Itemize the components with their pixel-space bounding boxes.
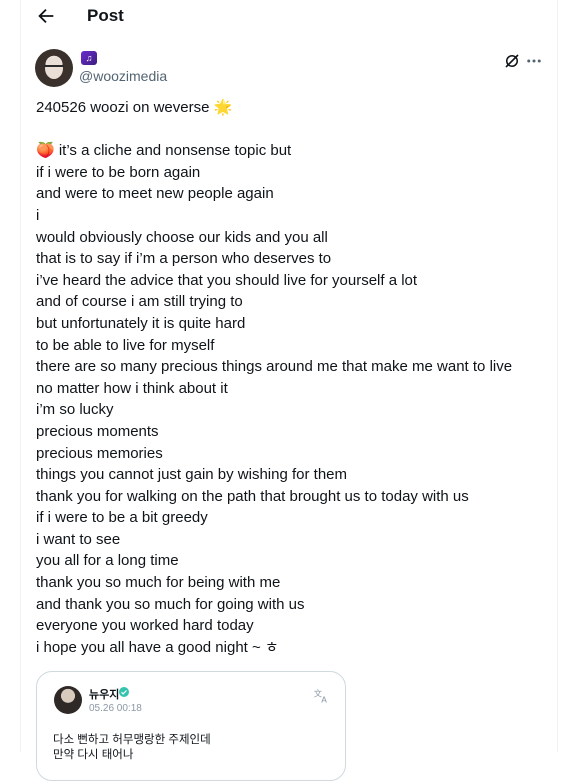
post-line: 🍑 it’s a cliche and nonsense topic but: [36, 142, 292, 160]
quoted-post-card[interactable]: 뉴우지 05.26 00:18 文 A 다소 뻔하고 허무맹랑한 주제인데 만약…: [36, 671, 346, 781]
translate-icon[interactable]: 文 A: [313, 686, 331, 705]
author-name-emoji[interactable]: ♫: [81, 51, 97, 65]
post-line: there are so many precious things around…: [36, 358, 513, 376]
grok-icon[interactable]: [503, 52, 521, 70]
post-line: 240526 woozi on weverse 🌟: [36, 99, 233, 116]
quoted-line: 만약 다시 태어나: [53, 749, 134, 761]
back-arrow-icon[interactable]: [35, 5, 57, 27]
post-line: i want to see: [36, 530, 121, 548]
post-line: would obviously choose our kids and you …: [36, 228, 328, 246]
post-line: and of course i am still trying to: [36, 293, 243, 311]
svg-text:A: A: [321, 695, 327, 705]
post-line: if i were to be a bit greedy: [36, 509, 208, 527]
author-handle[interactable]: @woozimedia: [79, 68, 167, 84]
post-line: precious moments: [36, 422, 159, 440]
quoted-line: 다소 뻔하고 허무맹랑한 주제인데: [53, 734, 211, 746]
post-line: and thank you so much for going with us: [36, 595, 305, 613]
author-avatar[interactable]: [35, 49, 73, 87]
post-line: but unfortunately it is quite hard: [36, 314, 246, 332]
post-line: i’ve heard the advice that you should li…: [36, 271, 418, 289]
post-column: Post ♫ @woozimedia 240526 woozi on wever…: [20, 0, 558, 781]
post-line: precious memories: [36, 444, 163, 462]
post-line: thank you so much for being with me: [36, 574, 281, 592]
quoted-date: 05.26 00:18: [89, 703, 142, 714]
post-line: that is to say if i’m a person who deser…: [36, 250, 332, 268]
quoted-author-name[interactable]: 뉴우지: [89, 686, 119, 702]
post-line: to be able to live for myself: [36, 336, 215, 354]
post-text: 240526 woozi on weverse 🌟 🍑 it’s a clich…: [36, 97, 546, 658]
quoted-text: 다소 뻔하고 허무맹랑한 주제인데 만약 다시 태어나: [53, 733, 211, 763]
quoted-author-avatar[interactable]: [54, 686, 82, 714]
page-title: Post: [87, 6, 124, 25]
post-line: things you cannot just gain by wishing f…: [36, 466, 348, 484]
top-bar: Post: [21, 0, 557, 34]
post-line: i: [36, 206, 40, 224]
post-line: if i were to be born again: [36, 163, 201, 181]
post-line: and were to meet new people again: [36, 185, 274, 203]
post-line: everyone you worked hard today: [36, 617, 254, 635]
post-line: i hope you all have a good night ~ ㅎ: [36, 638, 279, 656]
post-line: you all for a long time: [36, 552, 179, 570]
more-options-icon[interactable]: [525, 52, 543, 70]
post-line: [36, 119, 546, 141]
post-line: thank you for walking on the path that b…: [36, 487, 469, 505]
post-line: i’m so lucky: [36, 401, 114, 419]
verified-badge-icon: [119, 687, 129, 697]
post-line: no matter how i think about it: [36, 379, 228, 397]
